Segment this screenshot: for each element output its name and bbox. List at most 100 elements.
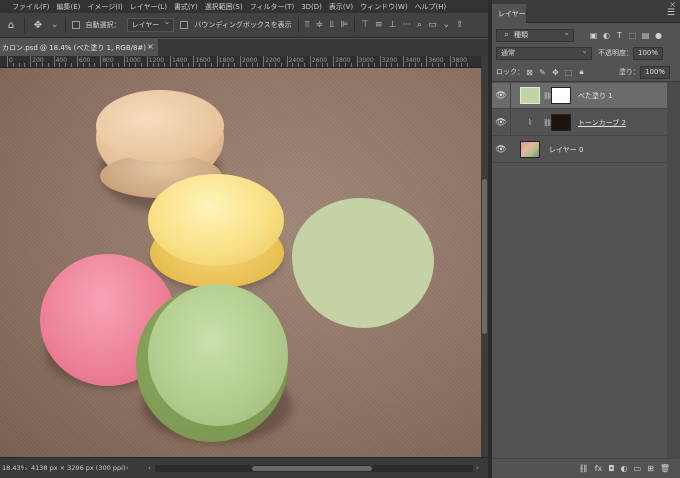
filter-smart-object-icon[interactable]: ▤ bbox=[640, 30, 651, 41]
ruler-tick-label: 1800 bbox=[218, 57, 234, 64]
visibility-eye-icon[interactable]: 👁︎ bbox=[492, 118, 510, 128]
filter-adjustment-icon[interactable]: ◐ bbox=[601, 30, 612, 41]
layer-row-image[interactable]: 👁︎ レイヤー 0 bbox=[492, 137, 667, 163]
link-chain-icon[interactable]: ⛓︎ bbox=[543, 119, 552, 127]
menu-select[interactable]: 選択範囲(S) bbox=[205, 2, 243, 12]
menu-image[interactable]: イメージ(I) bbox=[87, 2, 122, 12]
align-middle-icon[interactable]: ≑ bbox=[316, 20, 324, 30]
link-chain-icon[interactable]: ⛓︎ bbox=[543, 92, 552, 100]
chevron-down-icon[interactable]: ⌄ bbox=[443, 20, 451, 30]
curves-adjustment-icon[interactable]: ⌇ bbox=[520, 114, 540, 131]
scrollbar-thumb[interactable] bbox=[252, 466, 372, 471]
scrollbar-thumb[interactable] bbox=[482, 179, 487, 334]
lock-pixels-icon[interactable]: ✎ bbox=[537, 67, 548, 78]
ruler-minor-tick bbox=[152, 63, 154, 67]
fill-input[interactable]: 100% bbox=[640, 65, 670, 79]
delete-layer-icon[interactable]: 🗑︎ bbox=[660, 464, 670, 473]
menu-window[interactable]: ウィンドウ(W) bbox=[360, 2, 407, 12]
fill-color-thumbnail[interactable] bbox=[520, 87, 540, 104]
filter-shape-icon[interactable]: ⬚ bbox=[627, 30, 638, 41]
zoom-level[interactable]: 18.43% bbox=[0, 464, 27, 472]
filter-type-icon[interactable]: T bbox=[614, 30, 625, 41]
layer-name[interactable]: べた塗り 1 bbox=[578, 91, 613, 101]
scroll-left-icon[interactable]: ‹ bbox=[148, 464, 151, 472]
align-bottom-icon[interactable]: ⫫ bbox=[329, 20, 334, 30]
ruler-tick-label: 3400 bbox=[405, 57, 421, 64]
ruler-minor-tick bbox=[12, 63, 14, 67]
visibility-eye-icon[interactable]: 👁︎ bbox=[492, 145, 510, 155]
ruler-minor-tick bbox=[467, 63, 469, 67]
move-tool-icon[interactable]: ✥ bbox=[31, 18, 45, 32]
menu-file[interactable]: ファイル(F) bbox=[12, 2, 50, 12]
link-layers-icon[interactable]: ⛓︎ bbox=[579, 464, 589, 473]
ruler-minor-tick bbox=[350, 63, 352, 67]
lock-position-icon[interactable]: ✥ bbox=[550, 67, 561, 78]
ruler-tick bbox=[100, 56, 102, 67]
horizontal-scrollbar[interactable] bbox=[155, 465, 473, 472]
new-layer-icon[interactable]: ⊞ bbox=[647, 464, 654, 473]
ruler-tick bbox=[426, 56, 428, 67]
close-icon[interactable]: × bbox=[147, 42, 154, 51]
ruler-minor-tick bbox=[304, 63, 306, 67]
vertical-scrollbar[interactable] bbox=[481, 56, 488, 457]
status-arrow-icon[interactable]: › bbox=[126, 464, 129, 472]
layer-name[interactable]: レイヤー 0 bbox=[549, 145, 583, 155]
chevron-down-icon[interactable]: ⌄ bbox=[51, 20, 59, 30]
filter-pixel-icon[interactable]: ▣ bbox=[588, 30, 599, 41]
document-tab[interactable]: カロン.psd @ 18.4% (べた塗り 1, RGB/8#) * × bbox=[0, 39, 158, 56]
scroll-right-icon[interactable]: › bbox=[476, 464, 479, 472]
tab-layers[interactable]: レイヤー bbox=[492, 4, 526, 23]
ruler-minor-tick bbox=[111, 63, 113, 67]
layers-scrollbar[interactable] bbox=[667, 82, 680, 458]
auto-select-checkbox[interactable] bbox=[71, 21, 80, 29]
ruler-tick bbox=[76, 56, 78, 67]
align-top-icon[interactable]: ⫪ bbox=[305, 20, 310, 30]
ruler-minor-tick bbox=[438, 63, 440, 67]
distribute-middle-icon[interactable]: ≡ bbox=[375, 20, 383, 30]
layer-filter-dropdown[interactable]: ⌕ 種類 bbox=[496, 28, 574, 42]
lock-transparent-icon[interactable]: ⊠ bbox=[524, 67, 535, 78]
menu-layer[interactable]: レイヤー(L) bbox=[130, 2, 167, 12]
ruler-minor-tick bbox=[257, 63, 259, 67]
layer-row-fill[interactable]: 👁︎ ⛓︎ べた塗り 1 bbox=[492, 82, 667, 109]
menu-type[interactable]: 書式(Y) bbox=[174, 2, 198, 12]
menu-3d[interactable]: 3D(D) bbox=[301, 3, 322, 11]
visibility-eye-icon[interactable]: 👁︎ bbox=[492, 91, 510, 101]
ruler-minor-tick bbox=[71, 63, 73, 67]
new-group-icon[interactable]: ▭ bbox=[634, 464, 642, 473]
align-left-icon[interactable]: ⊫ bbox=[340, 20, 348, 30]
layer-style-icon[interactable]: fx bbox=[595, 464, 603, 473]
search-icon[interactable]: ⌕ bbox=[417, 20, 422, 30]
share-icon[interactable]: ⇪ bbox=[456, 20, 464, 30]
ruler-tick bbox=[123, 56, 125, 67]
distribute-top-icon[interactable]: ⊤ bbox=[361, 20, 369, 30]
layer-row-curves[interactable]: 👁︎ ⌇ ⛓︎ トーンカーブ 2 bbox=[492, 109, 667, 136]
blend-mode-dropdown[interactable]: 通常 bbox=[496, 46, 592, 60]
fill-value: 100% bbox=[645, 68, 666, 76]
home-icon[interactable]: ⌂ bbox=[4, 18, 18, 32]
layer-mask-thumbnail[interactable] bbox=[551, 87, 571, 104]
menu-edit[interactable]: 編集(E) bbox=[57, 2, 81, 12]
more-options-icon[interactable]: ··· bbox=[402, 20, 411, 30]
ruler-minor-tick bbox=[36, 63, 38, 67]
menu-help[interactable]: ヘルプ(H) bbox=[415, 2, 447, 12]
new-adjustment-icon[interactable]: ◐ bbox=[621, 464, 628, 473]
add-mask-icon[interactable]: ◘ bbox=[608, 464, 614, 473]
distribute-bottom-icon[interactable]: ⊥ bbox=[389, 20, 397, 30]
panel-menu-icon[interactable]: ☰ bbox=[667, 8, 675, 18]
auto-select-dropdown[interactable]: レイヤー bbox=[126, 17, 175, 32]
menu-filter[interactable]: フィルター(T) bbox=[250, 2, 295, 12]
image-layer-thumbnail[interactable] bbox=[520, 141, 540, 158]
opacity-input[interactable]: 100% bbox=[633, 46, 663, 60]
lock-all-icon[interactable]: 🔒︎ bbox=[576, 67, 587, 78]
layer-name[interactable]: トーンカーブ 2 bbox=[578, 118, 626, 128]
bounding-box-checkbox[interactable] bbox=[180, 21, 189, 29]
ruler-minor-tick bbox=[298, 63, 300, 67]
workspace-icon[interactable]: ▭ bbox=[428, 20, 437, 30]
document-canvas[interactable] bbox=[0, 68, 481, 457]
menu-view[interactable]: 表示(V) bbox=[329, 2, 353, 12]
lock-artboard-icon[interactable]: ⬚ bbox=[563, 67, 574, 78]
ruler-minor-tick bbox=[222, 63, 224, 67]
filter-toggle-icon[interactable]: ● bbox=[653, 30, 664, 41]
layer-mask-thumbnail[interactable] bbox=[551, 114, 571, 131]
